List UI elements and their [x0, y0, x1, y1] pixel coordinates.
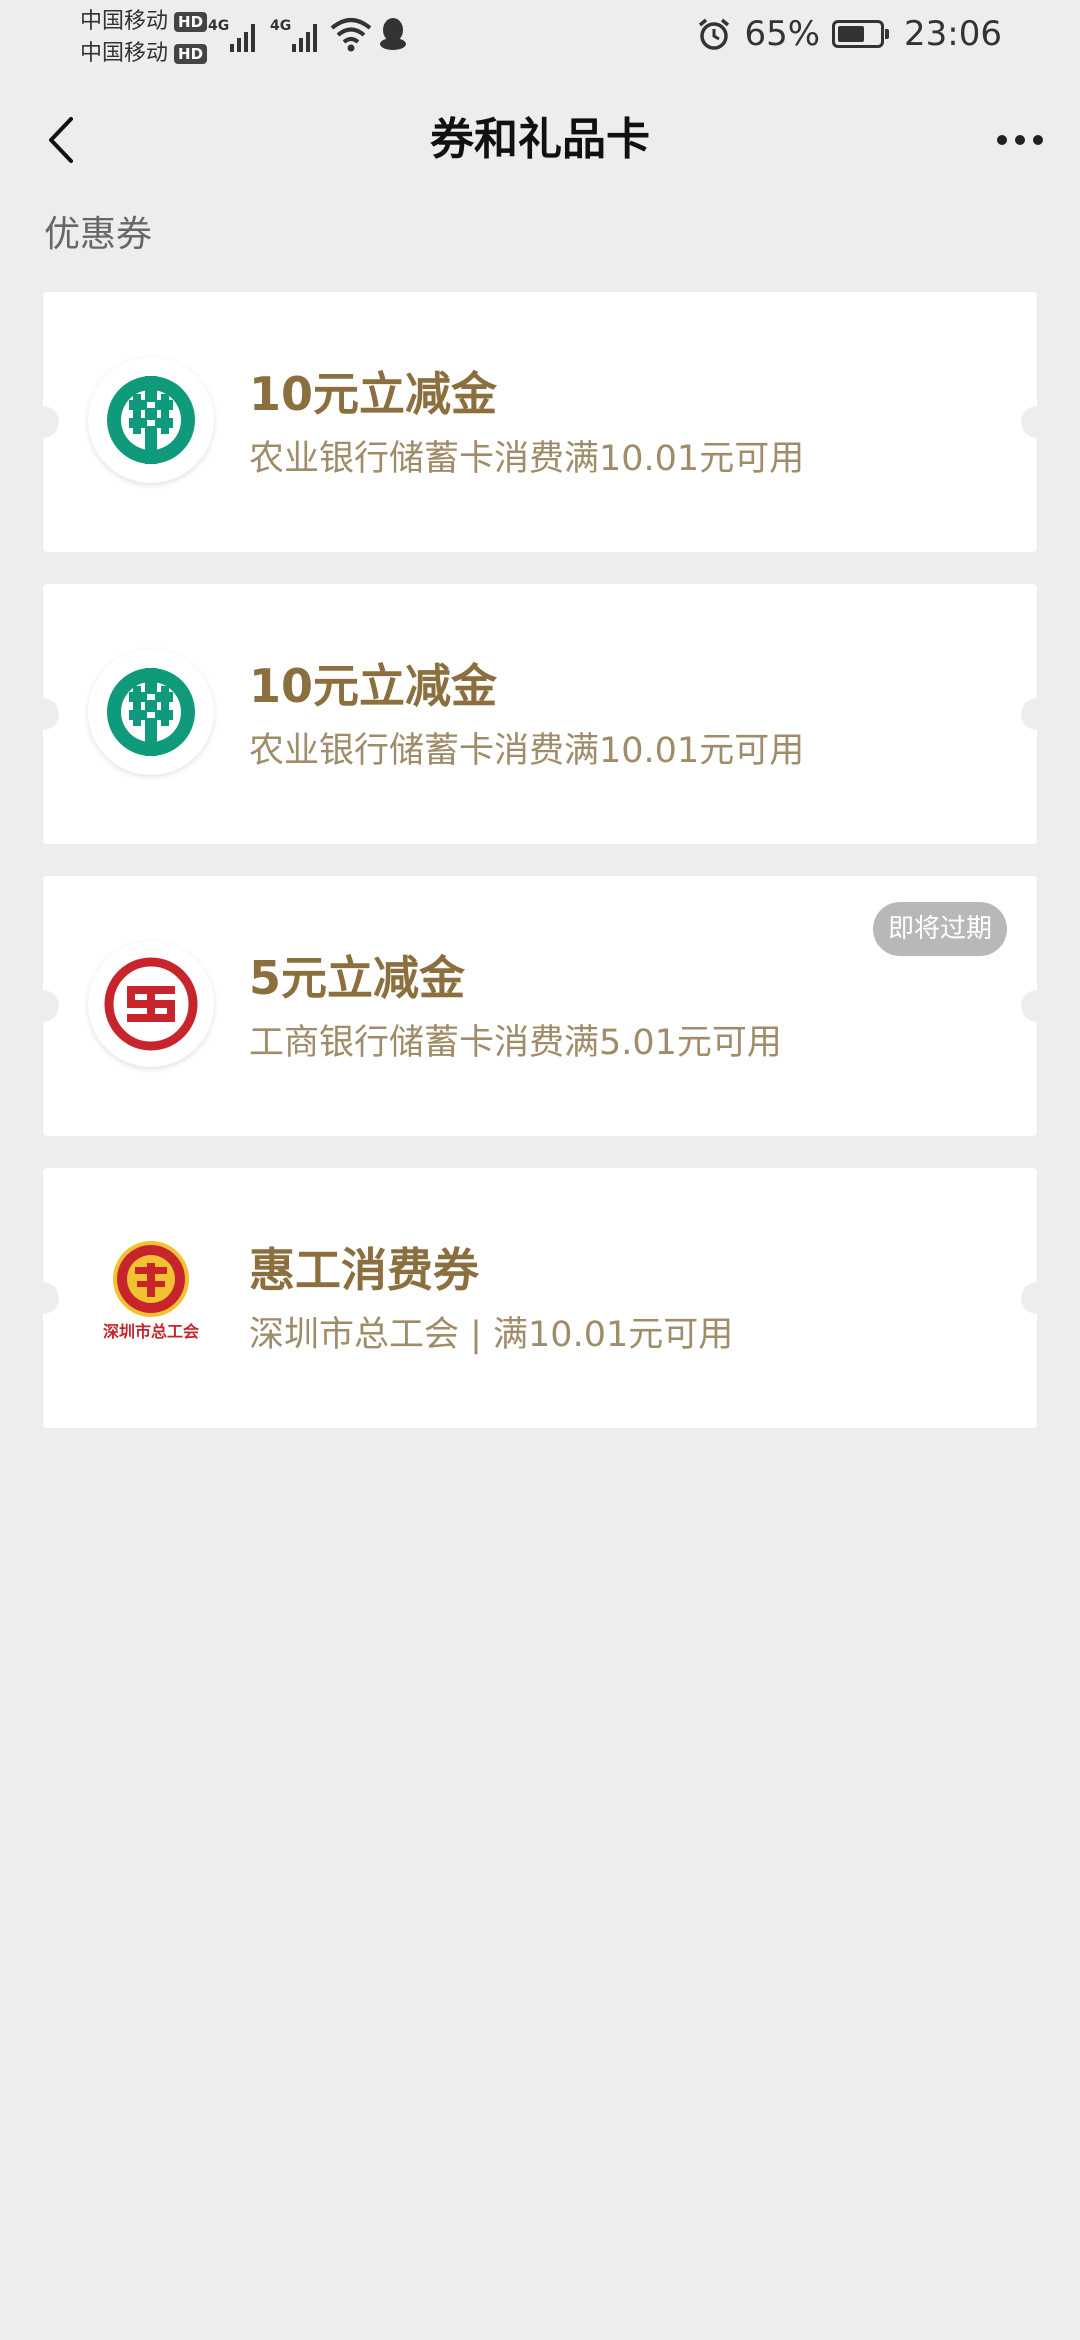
alarm-clock-icon [699, 18, 730, 50]
abc-bank-logo-icon [107, 376, 195, 464]
more-dot [1015, 135, 1025, 145]
coupon-card[interactable]: 5元立减金 工商银行储蓄卡消费满5.01元可用 即将过期 [27, 876, 1053, 1136]
icbc-bank-logo-icon [104, 957, 198, 1051]
nav-bar: 券和礼品卡 [0, 90, 1080, 190]
more-dots-icon [997, 135, 1007, 145]
coupon-title: 10元立减金 [249, 659, 498, 713]
wifi-icon [330, 18, 372, 52]
coupon-title: 惠工消费券 [249, 1243, 479, 1297]
battery-level [838, 26, 865, 42]
cellular-signal-icon: 4G [208, 18, 255, 52]
coupon-notch [27, 1282, 59, 1314]
coupon-title: 5元立减金 [249, 951, 466, 1005]
status-right: 65% 23:06 [696, 14, 1002, 54]
coupon-notch [1021, 990, 1053, 1022]
coupon-notch [27, 698, 59, 730]
expiring-soon-badge: 即将过期 [872, 902, 1007, 956]
coupon-desc: 工商银行储蓄卡消费满5.01元可用 [249, 1023, 782, 1063]
coupon-notch [1021, 406, 1053, 438]
carrier-line-2: 中国移动 HD [80, 38, 208, 70]
carrier-name: 中国移动 [80, 9, 169, 34]
coupon-card[interactable]: 10元立减金 农业银行储蓄卡消费满10.01元可用 [27, 292, 1053, 552]
network-type-label: 4G [208, 18, 229, 34]
battery-icon [832, 20, 890, 48]
abc-bank-logo [88, 649, 214, 775]
coupon-desc: 农业银行储蓄卡消费满10.01元可用 [249, 439, 805, 479]
clock-time: 23:06 [904, 14, 1002, 54]
coupon-notch [1021, 1282, 1053, 1314]
coupon-desc: 农业银行储蓄卡消费满10.01元可用 [249, 731, 805, 771]
more-dot [1033, 135, 1043, 145]
hd-badge: HD [174, 44, 208, 64]
section-title-coupons: 优惠券 [44, 214, 153, 255]
coupon-notch [1021, 698, 1053, 730]
battery-percent: 65% [744, 14, 821, 54]
carrier-line-1: 中国移动 HD [80, 6, 208, 38]
coupon-desc: 深圳市总工会 | 满10.01元可用 [249, 1315, 734, 1355]
hd-badge: HD [174, 12, 208, 32]
coupon-notch [27, 990, 59, 1022]
coupon-card[interactable]: 深圳市总工会 惠工消费券 深圳市总工会 | 满10.01元可用 [27, 1168, 1053, 1428]
icbc-bank-logo [88, 941, 214, 1067]
cellular-signal-icon: 4G [270, 18, 317, 52]
page-title: 券和礼品卡 [430, 114, 650, 165]
union-logo: 深圳市总工会 [88, 1233, 214, 1359]
coupon-list: 10元立减金 农业银行储蓄卡消费满10.01元可用 10元立减金 农业银行储蓄卡… [27, 292, 1053, 1460]
carrier-info: 中国移动 HD 中国移动 HD [80, 6, 208, 70]
union-logo-caption: 深圳市总工会 [103, 1322, 199, 1341]
more-button[interactable] [988, 108, 1052, 172]
carrier-name: 中国移动 [80, 41, 169, 66]
coupon-title: 10元立减金 [249, 367, 498, 421]
abc-bank-logo [88, 357, 214, 483]
coupon-notch [27, 406, 59, 438]
status-bar: 中国移动 HD 中国移动 HD 4G 4G 65% 23:06 [0, 0, 1080, 72]
network-type-label: 4G [270, 18, 291, 34]
abc-bank-logo-icon [107, 668, 195, 756]
coupon-card[interactable]: 10元立减金 农业银行储蓄卡消费满10.01元可用 [27, 584, 1053, 844]
trade-union-logo-icon: 深圳市总工会 [103, 1241, 199, 1341]
qq-penguin-icon [380, 18, 406, 50]
